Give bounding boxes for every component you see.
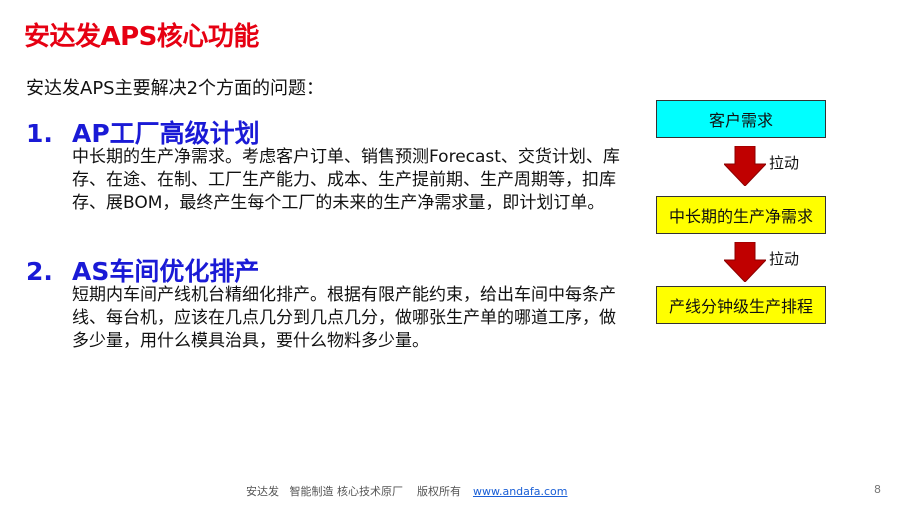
- intro-text: 安达发APS主要解决2个方面的问题：: [26, 78, 325, 99]
- slide-title: 安达发APS核心功能: [24, 22, 259, 52]
- flow-arrow-label-2: 拉动: [769, 250, 800, 268]
- flow-arrow-label-1: 拉动: [769, 154, 800, 172]
- section-1-description: 中长期的生产净需求。考虑客户订单、销售预测Forecast、交货计划、库存、在途…: [72, 147, 620, 213]
- page-number: 8: [874, 483, 881, 496]
- footer: 安达发 智能制造 核心技术原厂 版权所有 www.andafa.com: [246, 483, 568, 499]
- section-2-number: 2.: [26, 257, 53, 286]
- section-1-title: AP工厂高级计划: [72, 119, 260, 148]
- section-1-number: 1.: [26, 119, 53, 148]
- flow-box-customer-demand: 客户需求: [656, 100, 826, 138]
- down-arrow-icon: [724, 242, 766, 282]
- section-2-title: AS车间优化排产: [72, 257, 260, 286]
- section-2-heading: 2. AS车间优化排产: [26, 252, 259, 288]
- footer-text: 安达发 智能制造 核心技术原厂 版权所有: [246, 485, 461, 498]
- flow-box-net-demand: 中长期的生产净需求: [656, 196, 826, 234]
- flow-box-line-scheduling: 产线分钟级生产排程: [656, 286, 826, 324]
- section-1-heading: 1. AP工厂高级计划: [26, 114, 260, 150]
- down-arrow-icon: [724, 146, 766, 186]
- section-2-description: 短期内车间产线机台精细化排产。根据有限产能约束，给出车间中每条产线、每台机，应该…: [72, 285, 616, 351]
- footer-website-link[interactable]: www.andafa.com: [473, 485, 568, 498]
